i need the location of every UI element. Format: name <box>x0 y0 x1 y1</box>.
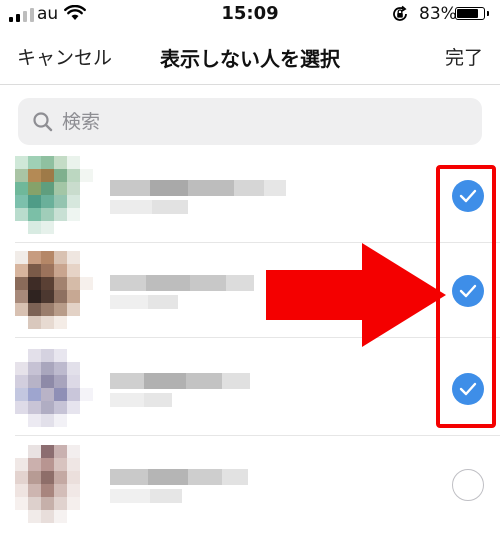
battery-percent: 83% <box>419 4 457 24</box>
battery-icon <box>455 7 489 20</box>
avatar <box>15 349 93 427</box>
status-bar: au 15:09 83% <box>0 0 500 30</box>
search-bar[interactable] <box>18 98 482 145</box>
avatar <box>15 445 93 523</box>
orientation-lock-icon <box>393 5 407 21</box>
list-item[interactable] <box>0 341 500 436</box>
list-item[interactable] <box>0 437 500 532</box>
contact-name <box>110 373 250 389</box>
done-button[interactable]: 完了 <box>445 43 483 70</box>
carrier-label: au <box>37 4 59 24</box>
contact-name <box>110 180 286 196</box>
wifi-icon <box>64 5 86 20</box>
arrow-icon <box>266 243 446 347</box>
contact-name <box>110 275 254 291</box>
search-icon <box>33 112 53 132</box>
contact-username <box>110 200 188 214</box>
signal-icon <box>9 8 34 22</box>
contact-username <box>110 489 182 503</box>
nav-bar: キャンセル 表示しない人を選択 完了 <box>0 30 500 85</box>
contact-username <box>110 393 172 407</box>
row-divider <box>15 435 500 436</box>
search-input[interactable] <box>62 98 462 145</box>
unchecked-circle-icon[interactable] <box>452 469 484 501</box>
contact-name <box>110 469 248 485</box>
list-item[interactable] <box>0 148 500 243</box>
avatar <box>15 251 93 329</box>
avatar <box>15 156 93 234</box>
contact-username <box>110 295 178 309</box>
cancel-button[interactable]: キャンセル <box>17 43 112 70</box>
